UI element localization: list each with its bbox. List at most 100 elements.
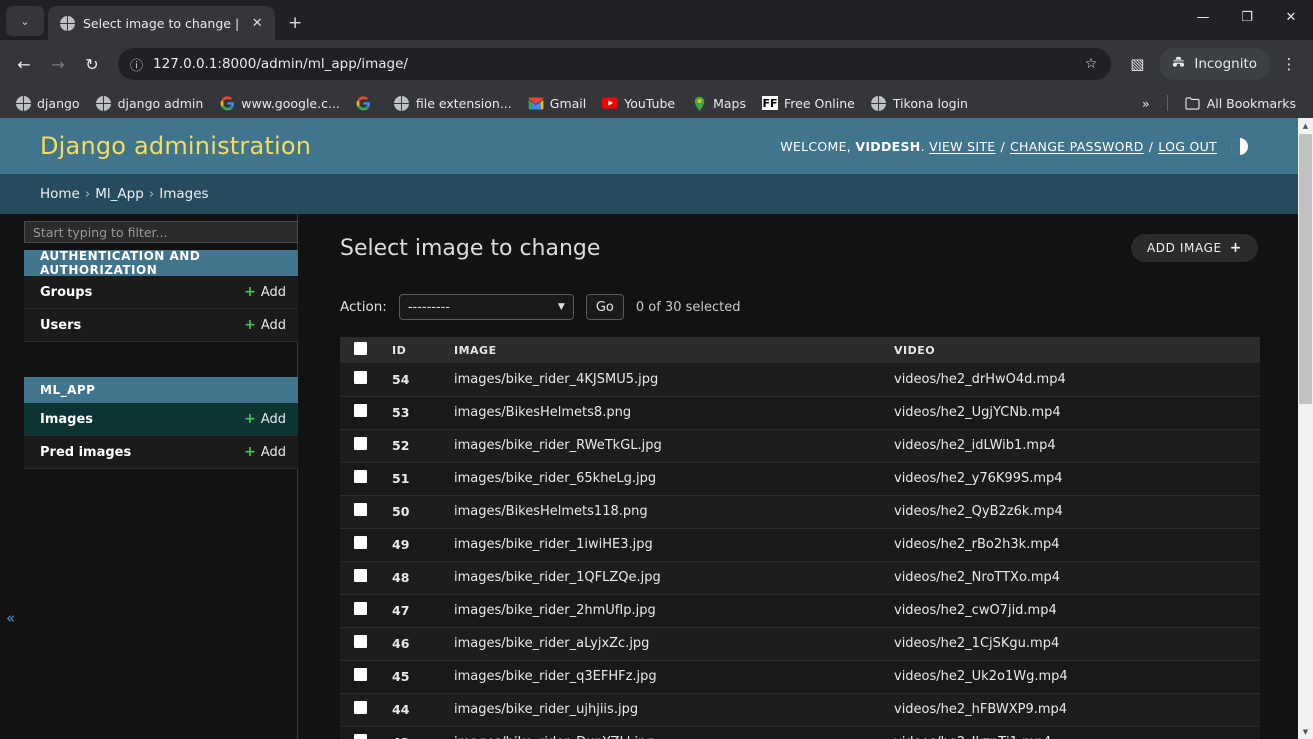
table-row: 54 images/bike_rider_4KJSMU5.jpg videos/he… — [340, 363, 1260, 397]
scroll-down-icon[interactable]: ▼ — [1298, 724, 1313, 739]
column-header-id[interactable]: ID — [378, 337, 440, 363]
row-checkbox[interactable] — [354, 470, 367, 483]
cell-image: images/bike_rider_aLyjxZc.jpg — [440, 627, 880, 661]
cell-image: images/bike_rider_4KJSMU5.jpg — [440, 363, 880, 397]
new-tab-button[interactable]: + — [281, 9, 309, 37]
browser-tab[interactable]: Select image to change | ✕ — [48, 6, 276, 40]
bookmark-gmail[interactable]: Gmail — [521, 92, 593, 114]
column-header-image[interactable]: IMAGE — [440, 337, 880, 363]
bookmarks-bar: django django admin www.google.c... file… — [0, 88, 1313, 118]
sidebar-item-groups[interactable]: Groups + Add — [24, 276, 298, 309]
back-icon[interactable]: ← — [8, 48, 40, 80]
cell-image: images/bike_rider_RWeTkGL.jpg — [440, 429, 880, 463]
all-bookmarks-button[interactable]: All Bookmarks — [1178, 92, 1303, 114]
action-select[interactable]: --------- ▼ — [398, 294, 574, 320]
add-groups-link[interactable]: + Add — [244, 284, 286, 300]
row-checkbox[interactable] — [354, 734, 367, 739]
row-select-cell — [340, 726, 378, 739]
sidebar-collapse-icon[interactable]: « — [6, 609, 15, 627]
column-header-video[interactable]: VIDEO — [880, 337, 1260, 363]
row-checkbox[interactable] — [354, 437, 367, 450]
go-button[interactable]: Go — [585, 294, 624, 320]
address-bar[interactable]: ⓘ 127.0.0.1:8000/admin/ml_app/image/ ☆ — [118, 48, 1112, 80]
breadcrumb-home[interactable]: Home — [40, 186, 80, 202]
bookmark-star-icon[interactable]: ☆ — [1085, 56, 1100, 72]
add-images-link[interactable]: + Add — [244, 411, 286, 427]
bookmark-free-online[interactable]: FF Free Online — [755, 92, 862, 114]
model-label[interactable]: Images — [40, 412, 93, 427]
sidebar-item-users[interactable]: Users + Add — [24, 309, 298, 342]
plus-icon: + — [244, 411, 256, 427]
content-header: Select image to change ADD IMAGE + — [340, 234, 1258, 262]
site-branding[interactable]: Django administration — [40, 132, 311, 160]
window-close-icon[interactable]: ✕ — [1269, 0, 1313, 34]
bookmark-django[interactable]: django — [8, 92, 87, 114]
view-site-link[interactable]: VIEW SITE — [929, 139, 995, 154]
bookmark-youtube[interactable]: YouTube — [595, 92, 682, 114]
results-table: ID IMAGE VIDEO 54 images/bike_rider_4KJSM… — [340, 337, 1260, 739]
theme-toggle-icon[interactable] — [1231, 137, 1248, 155]
action-selected-value: --------- — [407, 299, 451, 315]
bookmark-maps[interactable]: Maps — [684, 92, 753, 114]
bookmark-google-2[interactable] — [349, 92, 385, 114]
bookmark-label: Gmail — [549, 95, 587, 111]
bookmark-tikona-login[interactable]: Tikona login — [864, 92, 975, 114]
row-checkbox[interactable] — [354, 503, 367, 516]
breadcrumb-app[interactable]: Ml_App — [95, 186, 144, 202]
sidebar-item-images[interactable]: Images + Add — [24, 403, 298, 436]
scroll-up-icon[interactable]: ▲ — [1298, 118, 1313, 133]
bookmark-label: django — [37, 95, 80, 111]
sidebar-item-pred-images[interactable]: Pred images + Add — [24, 436, 298, 469]
row-checkbox[interactable] — [354, 635, 367, 648]
side-panel-icon[interactable]: ▧ — [1121, 48, 1153, 80]
select-all-checkbox[interactable] — [354, 342, 367, 355]
add-pred-images-link[interactable]: + Add — [244, 444, 286, 460]
cell-video: videos/he2_idLWib1.mp4 — [880, 429, 1260, 463]
model-label[interactable]: Users — [40, 318, 81, 333]
add-users-link[interactable]: + Add — [244, 317, 286, 333]
log-out-link[interactable]: LOG OUT — [1158, 139, 1217, 154]
bookmark-file-extension[interactable]: file extension... — [387, 92, 519, 114]
bookmark-django-admin[interactable]: django admin — [89, 92, 211, 114]
main-content: Select image to change ADD IMAGE + Actio… — [298, 214, 1313, 739]
model-label[interactable]: Pred images — [40, 445, 131, 460]
bookmark-google[interactable]: www.google.c... — [212, 92, 347, 114]
row-checkbox[interactable] — [354, 536, 367, 549]
row-checkbox[interactable] — [354, 569, 367, 582]
period: . — [920, 138, 925, 154]
cell-image: images/bike_rider_ujhjiis.jpg — [440, 693, 880, 727]
row-select-cell — [340, 396, 378, 430]
tab-search-button[interactable]: ⌄ — [6, 6, 44, 36]
row-checkbox[interactable] — [354, 404, 367, 417]
incognito-label: Incognito — [1194, 56, 1257, 72]
model-label[interactable]: Groups — [40, 285, 92, 300]
change-password-link[interactable]: CHANGE PASSWORD — [1010, 139, 1144, 154]
row-checkbox[interactable] — [354, 701, 367, 714]
browser-menu-icon[interactable]: ⋮ — [1273, 48, 1305, 80]
bookmarks-overflow-button[interactable]: » — [1135, 93, 1157, 114]
app-group-title-mlapp[interactable]: ML_APP — [24, 377, 298, 403]
scrollbar-thumb[interactable] — [1299, 134, 1312, 404]
globe-icon — [96, 95, 112, 111]
table-row: 44 images/bike_rider_ujhjiis.jpg videos/he… — [340, 693, 1260, 727]
add-image-button[interactable]: ADD IMAGE + — [1130, 234, 1258, 262]
row-checkbox[interactable] — [354, 602, 367, 615]
app-group-title-auth[interactable]: AUTHENTICATION AND AUTHORIZATION — [24, 249, 298, 277]
row-checkbox[interactable] — [354, 370, 367, 384]
ff-icon: FF — [761, 95, 778, 111]
maximize-icon[interactable]: ❐ — [1225, 0, 1269, 34]
reload-icon[interactable]: ↻ — [76, 48, 108, 80]
site-info-icon[interactable]: ⓘ — [130, 55, 143, 74]
forward-icon[interactable]: → — [42, 48, 74, 80]
svg-text:FF: FF — [762, 97, 777, 110]
cell-video: videos/he2_UgjYCNb.mp4 — [880, 396, 1260, 430]
bookmarks-overflow-group: » All Bookmarks — [1135, 92, 1305, 114]
minimize-icon[interactable]: — — [1181, 0, 1225, 34]
incognito-indicator[interactable]: Incognito — [1159, 48, 1271, 80]
close-icon[interactable]: ✕ — [247, 13, 267, 33]
page-scrollbar[interactable]: ▲ ▼ — [1298, 118, 1313, 739]
table-head: ID IMAGE VIDEO — [340, 337, 1260, 363]
row-select-cell — [340, 495, 378, 529]
nav-filter-input[interactable]: Start typing to filter... — [24, 221, 298, 243]
row-checkbox[interactable] — [354, 668, 367, 681]
